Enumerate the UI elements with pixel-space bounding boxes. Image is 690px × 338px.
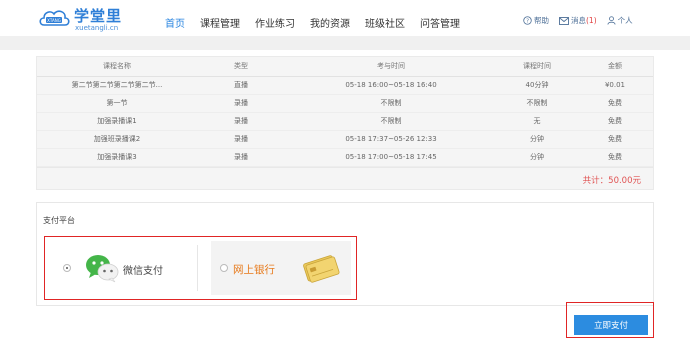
order-total: 共计：50.00元 [582,176,641,186]
cell-time: 05-18 17:00~05-18 17:45 [285,148,497,167]
nav-course-management[interactable]: 课程管理 [200,15,240,31]
cell-duration: 分钟 [497,148,577,167]
table-header-row: 课程名称 类型 考与时间 课程时间 金额 [37,57,653,77]
cell-course-name: 加强录播课1 [37,112,197,131]
column-header-type: 类型 [197,57,285,77]
cell-price: 免费 [577,112,653,131]
message-count-badge: (1) [586,16,597,25]
cell-time: 不限制 [285,94,497,113]
cell-type: 录播 [197,112,285,131]
header-divider-band [0,36,690,50]
cell-duration: 分钟 [497,130,577,149]
cell-type: 录播 [197,94,285,113]
logo-subtitle: xuetangli.cn [75,24,119,32]
payment-platform-title: 支付平台 [43,216,75,225]
svg-text:?: ? [526,19,529,25]
logo[interactable]: XTANG 学堂里 xuetangli.cn [38,5,124,33]
cell-price: 免费 [577,130,653,149]
nav-class-community[interactable]: 班级社区 [365,15,405,31]
column-header-price: 金额 [577,57,653,77]
help-link[interactable]: ? 帮助 [523,15,549,26]
table-row: 第二节第二节第二节第二节... 直播 05-18 16:00~05-18 16:… [37,76,653,95]
order-panel: 课程名称 类型 考与时间 课程时间 金额 第二节第二节第二节第二节... 直播 … [36,56,654,190]
help-label: 帮助 [534,16,549,25]
table-row: 第一节 录播 不限制 不限制 免费 [37,94,653,113]
personal-label: 个人 [617,16,633,25]
pay-now-button[interactable]: 立即支付 [574,315,648,335]
column-header-time: 考与时间 [285,57,497,77]
cell-time: 05-18 16:00~05-18 16:40 [285,76,497,95]
cloud-logo-icon: XTANG [39,10,70,26]
main-nav: 首页 课程管理 作业练习 我的资源 班级社区 问答管理 [165,15,475,31]
cell-price: 免费 [577,94,653,113]
logo-badge-text: XTANG [47,18,61,23]
messages-link[interactable]: 消息 (1) [559,15,597,26]
user-links: ? 帮助 消息 (1) 个人 [523,15,643,26]
cell-course-name: 加强班录播课2 [37,130,197,149]
total-area: 共计：50.00元 [37,167,653,190]
cell-duration: 不限制 [497,94,577,113]
cell-type: 录播 [197,148,285,167]
cell-course-name: 第二节第二节第二节第二节... [37,76,197,95]
table-row: 加强录播课3 录播 05-18 17:00~05-18 17:45 分钟 免费 [37,148,653,167]
wechat-pay-option[interactable]: 微信支付 [53,241,193,295]
table-row: 加强录播课1 录播 不限制 无 免费 [37,112,653,131]
cell-time: 05-18 17:37~05-26 12:33 [285,130,497,149]
nav-qa-management[interactable]: 问答管理 [420,15,460,31]
nav-my-resources[interactable]: 我的资源 [310,15,350,31]
user-icon [607,16,616,25]
cell-price: ¥0.01 [577,76,653,95]
option-divider [197,245,198,291]
wechat-pay-label: 微信支付 [123,266,163,277]
cell-type: 录播 [197,130,285,149]
online-bank-label: 网上银行 [233,264,275,276]
logo-title: 学堂里 [74,7,123,25]
help-icon: ? [523,16,532,25]
online-bank-option[interactable]: 网上银行 [211,241,351,295]
online-bank-radio[interactable] [220,264,228,272]
cell-duration: 无 [497,112,577,131]
bank-card-icon [303,255,340,283]
order-table: 课程名称 类型 考与时间 课程时间 金额 第二节第二节第二节第二节... 直播 … [37,57,653,167]
wechat-pay-radio[interactable] [63,264,71,272]
pay-button-highlight: 立即支付 [566,302,654,338]
cell-time: 不限制 [285,112,497,131]
payment-options-box: 微信支付 网上银行 [44,236,357,300]
payment-panel: 支付平台 微信支付 网上银行 [36,202,654,306]
cell-price: 免费 [577,148,653,167]
cell-course-name: 第一节 [37,94,197,113]
cell-duration: 40分钟 [497,76,577,95]
cell-course-name: 加强录播课3 [37,148,197,167]
mail-icon [559,16,569,25]
cell-type: 直播 [197,76,285,95]
header: XTANG 学堂里 xuetangli.cn 首页 课程管理 作业练习 我的资源… [0,0,690,36]
nav-homework[interactable]: 作业练习 [255,15,295,31]
messages-label: 消息 [571,16,586,25]
column-header-duration: 课程时间 [497,57,577,77]
column-header-course-name: 课程名称 [37,57,197,77]
personal-link[interactable]: 个人 [607,15,633,26]
table-row: 加强班录播课2 录播 05-18 17:37~05-26 12:33 分钟 免费 [37,130,653,149]
wechat-icon [86,255,119,283]
nav-home[interactable]: 首页 [165,15,185,31]
